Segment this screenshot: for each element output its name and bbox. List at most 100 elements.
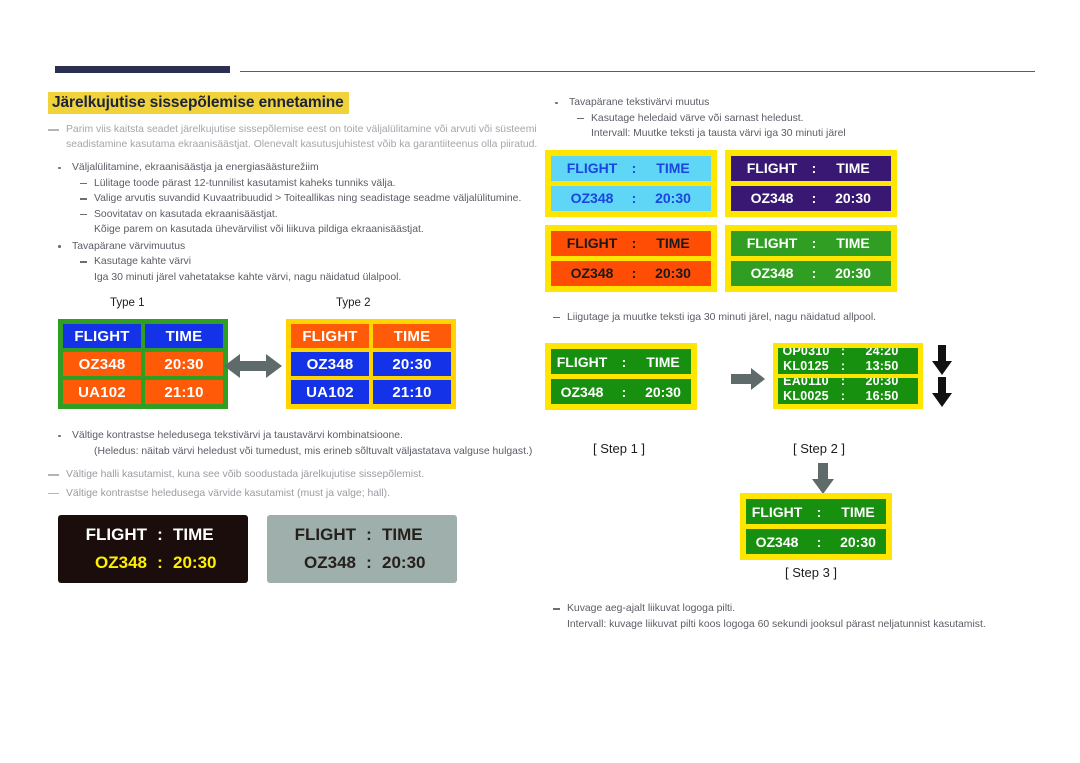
list-item: Tavapärane värvimuutus Kasutage kahte vä… bbox=[48, 239, 548, 286]
panel-flight-header: FLIGHT bbox=[566, 160, 618, 176]
sample-flight-header: FLIGHT bbox=[85, 525, 147, 544]
list-item-note: Intervall: kuvage liikuvat pilti koos lo… bbox=[567, 618, 986, 630]
sub-list: Lülitage toode pärast 12-tunnilist kasut… bbox=[72, 176, 548, 238]
panel-separator: : bbox=[811, 265, 817, 281]
sub-list-move-text: Liigutage ja muutke teksti iga 30 minuti… bbox=[545, 310, 1040, 326]
gray-warning-note: Vältige halli kasutamist, kuna see võib … bbox=[48, 468, 548, 483]
panel-time: 20:30 bbox=[655, 265, 691, 281]
header-accent-bar bbox=[55, 66, 230, 73]
step1-separator: : bbox=[621, 353, 627, 370]
bullet-label: Tavapärane tekstivärvi muutus bbox=[569, 97, 710, 108]
table-row: OZ348 20:30 bbox=[63, 352, 223, 376]
step1-flight: OZ348 bbox=[560, 383, 604, 400]
step1-flight-header: FLIGHT bbox=[556, 353, 608, 370]
panel-separator: : bbox=[811, 190, 817, 206]
color-variation-panels: FLIGHT : TIME OZ348 : 20:30 FLIGHT : TIM… bbox=[545, 149, 1040, 292]
step1-separator: : bbox=[621, 383, 627, 400]
list-item: Vältige kontrastse heledusega tekstivärv… bbox=[48, 428, 548, 459]
panel-flight: OZ348 bbox=[570, 265, 614, 281]
step3-flight: OZ348 bbox=[755, 533, 799, 550]
panel-separator: : bbox=[631, 190, 637, 206]
step1-time-header: TIME bbox=[646, 353, 680, 370]
cell-time: 20:30 bbox=[145, 352, 223, 376]
panel-flight-header: FLIGHT bbox=[746, 160, 798, 176]
panel-separator: : bbox=[811, 235, 817, 251]
sub-list: Kasutage kahte värvi Iga 30 minuti järel… bbox=[72, 254, 548, 285]
cell-flight: UA102 bbox=[63, 380, 141, 404]
flight-board-comparison: FLIGHT TIME OZ348 20:30 UA102 21:10 FLIG… bbox=[48, 319, 548, 414]
sample-flight: OZ348 bbox=[95, 553, 147, 572]
sample-line: FLIGHT : TIME bbox=[278, 525, 446, 545]
sample-flight: OZ348 bbox=[304, 553, 356, 572]
sample-separator: : bbox=[157, 525, 163, 544]
cell-time: 21:10 bbox=[145, 380, 223, 404]
step3-area: FLIGHT : TIME OZ348 : 20:30 bbox=[545, 493, 1040, 563]
sample-dark-board: FLIGHT : TIME OZ348 : 20:30 bbox=[58, 515, 248, 583]
sample-line: OZ348 : 20:30 bbox=[69, 553, 237, 573]
scroll-time: 13:50 bbox=[865, 359, 899, 373]
sample-time: 20:30 bbox=[382, 553, 426, 572]
scroll-flight: KL0125 bbox=[783, 359, 829, 373]
table-row: FLIGHT TIME bbox=[291, 324, 451, 348]
page-title: Järelkujutise sissepõlemise ennetamine bbox=[48, 92, 349, 114]
flight-board-type2: FLIGHT TIME OZ348 20:30 UA102 21:10 bbox=[286, 319, 456, 409]
step3-time-header: TIME bbox=[841, 503, 875, 520]
panel-time-header: TIME bbox=[656, 160, 690, 176]
sample-separator: : bbox=[157, 553, 163, 572]
list-item: Lülitage toode pärast 12-tunnilist kasut… bbox=[72, 176, 548, 192]
list-item: Kasutage heledaid värve või sarnast hele… bbox=[569, 111, 1040, 127]
list-item-note: Intervall: Muutke teksti ja tausta värvi… bbox=[591, 128, 846, 139]
down-arrow-icon bbox=[812, 463, 834, 497]
step3-time: 20:30 bbox=[840, 533, 876, 550]
scroll-separator: : bbox=[840, 378, 846, 388]
scroll-time: 20:30 bbox=[865, 378, 899, 388]
panel-time-header: TIME bbox=[836, 235, 870, 251]
type2-label: Type 2 bbox=[336, 297, 371, 309]
panel-separator: : bbox=[631, 160, 637, 176]
list-item-note: Iga 30 minuti järel vahetatakse kahte vä… bbox=[94, 271, 402, 283]
scroll-line: KL0125 : 13:50 bbox=[778, 359, 918, 374]
step1-header-row: FLIGHT : TIME bbox=[551, 349, 691, 374]
contrast-samples: FLIGHT : TIME OZ348 : 20:30 FLIGHT : TIM… bbox=[48, 515, 548, 595]
list-item: Kuvage aeg-ajalt liikuvat logoga pilti. bbox=[545, 601, 1040, 617]
sample-line: OZ348 : 20:30 bbox=[278, 553, 446, 573]
list-item-note: (Heledus: näitab värvi heledust või tume… bbox=[94, 445, 533, 457]
sample-separator: : bbox=[366, 525, 372, 544]
step1-time: 20:30 bbox=[645, 383, 681, 400]
step3-label-row: [ Step 3 ] bbox=[545, 565, 1040, 587]
bullet-label: Väljalülitamine, ekraanisäästja ja energ… bbox=[72, 162, 319, 173]
panel-flight-header: FLIGHT bbox=[566, 235, 618, 251]
panel-orange: FLIGHT : TIME OZ348 : 20:30 bbox=[545, 224, 717, 292]
scroll-flight: KL0025 bbox=[783, 389, 829, 403]
sample-flight-header: FLIGHT bbox=[294, 525, 356, 544]
scroll-line: EA0110 : 20:30 bbox=[778, 378, 918, 389]
panel-flight: OZ348 bbox=[570, 190, 614, 206]
panel-time: 20:30 bbox=[835, 190, 871, 206]
step3-label: [ Step 3 ] bbox=[785, 565, 838, 580]
sample-gray-board: FLIGHT : TIME OZ348 : 20:30 bbox=[267, 515, 457, 583]
panel-purple: FLIGHT : TIME OZ348 : 20:30 bbox=[725, 149, 897, 217]
scroll-flight: OP0310 bbox=[782, 348, 830, 358]
cell-time-header: TIME bbox=[145, 324, 223, 348]
down-arrows-icon bbox=[931, 345, 953, 407]
step3-board: FLIGHT : TIME OZ348 : 20:30 bbox=[740, 493, 892, 560]
panel-data-row: OZ348 : 20:30 bbox=[731, 185, 891, 211]
scroll-line: OP0310 : 24:20 bbox=[778, 348, 918, 359]
bullet-list-contrast: Vältige kontrastse heledusega tekstivärv… bbox=[48, 428, 548, 459]
panel-time-header: TIME bbox=[656, 235, 690, 251]
contrast-warning-note: Vältige kontrastse heledusega värvide ka… bbox=[48, 487, 548, 502]
panel-header-row: FLIGHT : TIME bbox=[731, 230, 891, 256]
step3-header-row: FLIGHT : TIME bbox=[746, 499, 886, 524]
cell-flight-header: FLIGHT bbox=[63, 324, 141, 348]
sample-time-header: TIME bbox=[382, 525, 423, 544]
scroll-time: 24:20 bbox=[865, 348, 899, 358]
step2-board: OP0310 : 24:20 KL0125 : 13:50 EA0110 : 2… bbox=[773, 343, 923, 409]
list-item: Kasutage kahte värvi bbox=[72, 254, 548, 270]
list-item-note: Kõige parem on kasutada ühevärvilist või… bbox=[94, 224, 424, 235]
sample-time: 20:30 bbox=[173, 553, 217, 572]
panel-cyan: FLIGHT : TIME OZ348 : 20:30 bbox=[545, 149, 717, 217]
step1-data-row: OZ348 : 20:30 bbox=[551, 379, 691, 404]
table-row: FLIGHT TIME bbox=[63, 324, 223, 348]
scroll-line: KL0025 : 16:50 bbox=[778, 389, 918, 404]
right-column: Tavapärane tekstivärvi muutus Kasutage h… bbox=[545, 95, 1040, 632]
